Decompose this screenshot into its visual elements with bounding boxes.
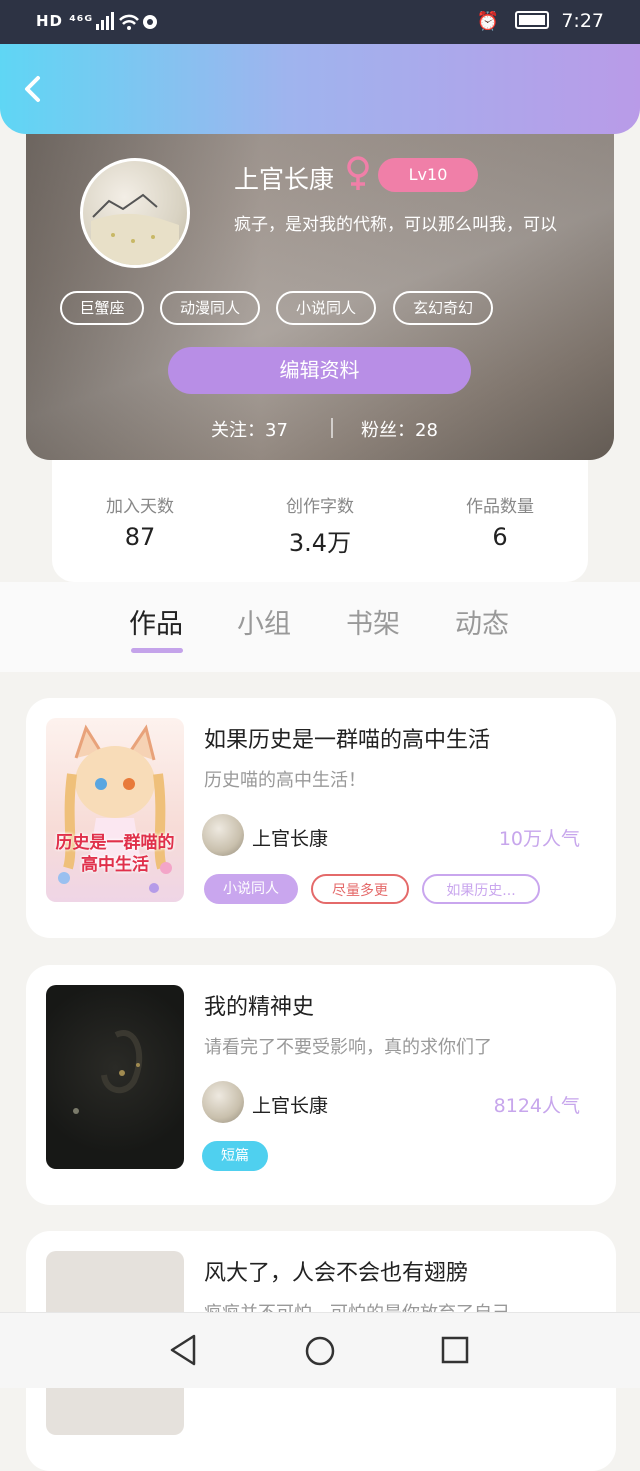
work-tag[interactable]: 小说同人 xyxy=(204,874,298,904)
nav-back-icon[interactable] xyxy=(168,1333,198,1371)
signal-wifi-icons xyxy=(96,12,166,32)
work-title[interactable]: 风大了，人会不会也有翅膀 xyxy=(204,1255,468,1287)
work-card[interactable]: 历史是一群喵的高中生活 如果历史是一群喵的高中生活 历史喵的高中生活！ 上官长康… xyxy=(26,698,616,938)
stat-label: 创作字数 xyxy=(286,497,354,517)
stat-work-count: 作品数量 6 xyxy=(420,492,580,551)
fans-count[interactable]: 粉丝：28 xyxy=(361,416,438,442)
popularity: 10万人气 xyxy=(498,828,580,850)
profile-tag[interactable]: 玄幻奇幻 xyxy=(393,291,493,325)
work-tag[interactable]: 如果历史... xyxy=(422,874,540,904)
profile-card: 上官长康 Lv10 疯子，是对我的代称，可以那么叫我，可以 巨蟹座 动漫同人 小… xyxy=(26,110,614,460)
work-title[interactable]: 如果历史是一群喵的高中生活 xyxy=(204,722,490,754)
stat-value: 3.4万 xyxy=(288,529,352,557)
female-icon xyxy=(344,156,372,192)
work-tag[interactable]: 短篇 xyxy=(202,1141,268,1171)
work-tag[interactable]: 尽量多更 xyxy=(311,874,409,904)
work-cover[interactable] xyxy=(46,985,184,1169)
tab-works[interactable]: 作品 xyxy=(129,602,183,641)
bio-text: 疯子，是对我的代称，可以那么叫我，可以 xyxy=(234,215,557,235)
work-description: 历史喵的高中生活！ xyxy=(204,770,366,791)
popularity: 8124人气 xyxy=(493,1095,580,1117)
author-name: 上官长康 xyxy=(252,1095,329,1117)
avatar[interactable] xyxy=(80,158,190,268)
work-description: 请看完了不要受影响，真的求你们了 xyxy=(204,1037,492,1058)
stat-join-days: 加入天数 87 xyxy=(60,492,220,551)
profile-tag[interactable]: 动漫同人 xyxy=(160,291,260,325)
work-cover[interactable]: 历史是一群喵的高中生活 xyxy=(46,718,184,902)
tab-bookshelf[interactable]: 书架 xyxy=(346,602,400,641)
level-badge: Lv10 xyxy=(378,158,478,192)
author-avatar xyxy=(202,814,244,856)
stat-word-count: 创作字数 3.4万 xyxy=(240,492,400,558)
tabs-bar xyxy=(0,582,640,672)
nav-home-icon[interactable] xyxy=(304,1335,336,1371)
author-avatar xyxy=(202,1081,244,1123)
tab-activity[interactable]: 动态 xyxy=(455,602,509,641)
cover-title: 历史是一群喵的高中生活 xyxy=(55,833,175,875)
profile-tag[interactable]: 小说同人 xyxy=(276,291,376,325)
work-title[interactable]: 我的精神史 xyxy=(204,989,314,1021)
author-name: 上官长康 xyxy=(252,828,329,850)
divider xyxy=(331,418,333,438)
stat-value: 6 xyxy=(492,523,508,551)
status-right: ⏰ 7:27 xyxy=(477,10,604,32)
stat-label: 加入天数 xyxy=(106,497,174,517)
system-nav-bar xyxy=(0,1312,640,1388)
stats-card: 加入天数 87 创作字数 3.4万 作品数量 6 xyxy=(52,440,588,582)
status-bar: HD ⁴⁶ᴳ ⏰ 7:27 xyxy=(0,0,640,44)
status-indicators: HD ⁴⁶ᴳ xyxy=(36,12,94,30)
edit-profile-button[interactable]: 编辑资料 xyxy=(168,347,471,394)
battery-icon xyxy=(515,11,550,29)
stat-value: 87 xyxy=(124,523,156,551)
stat-label: 作品数量 xyxy=(466,497,534,517)
back-arrow-icon[interactable] xyxy=(18,72,48,106)
work-card[interactable]: 我的精神史 请看完了不要受影响，真的求你们了 上官长康 8124人气 短篇 xyxy=(26,965,616,1205)
profile-tag[interactable]: 巨蟹座 xyxy=(60,291,144,325)
alarm-icon: ⏰ xyxy=(476,11,500,32)
tab-groups[interactable]: 小组 xyxy=(237,602,291,641)
tab-indicator xyxy=(131,648,183,653)
nav-recents-icon[interactable] xyxy=(441,1336,469,1368)
username: 上官长康 xyxy=(234,165,335,194)
clock: 7:27 xyxy=(561,10,604,32)
following-count[interactable]: 关注：37 xyxy=(211,416,288,442)
header-bar xyxy=(0,44,640,134)
